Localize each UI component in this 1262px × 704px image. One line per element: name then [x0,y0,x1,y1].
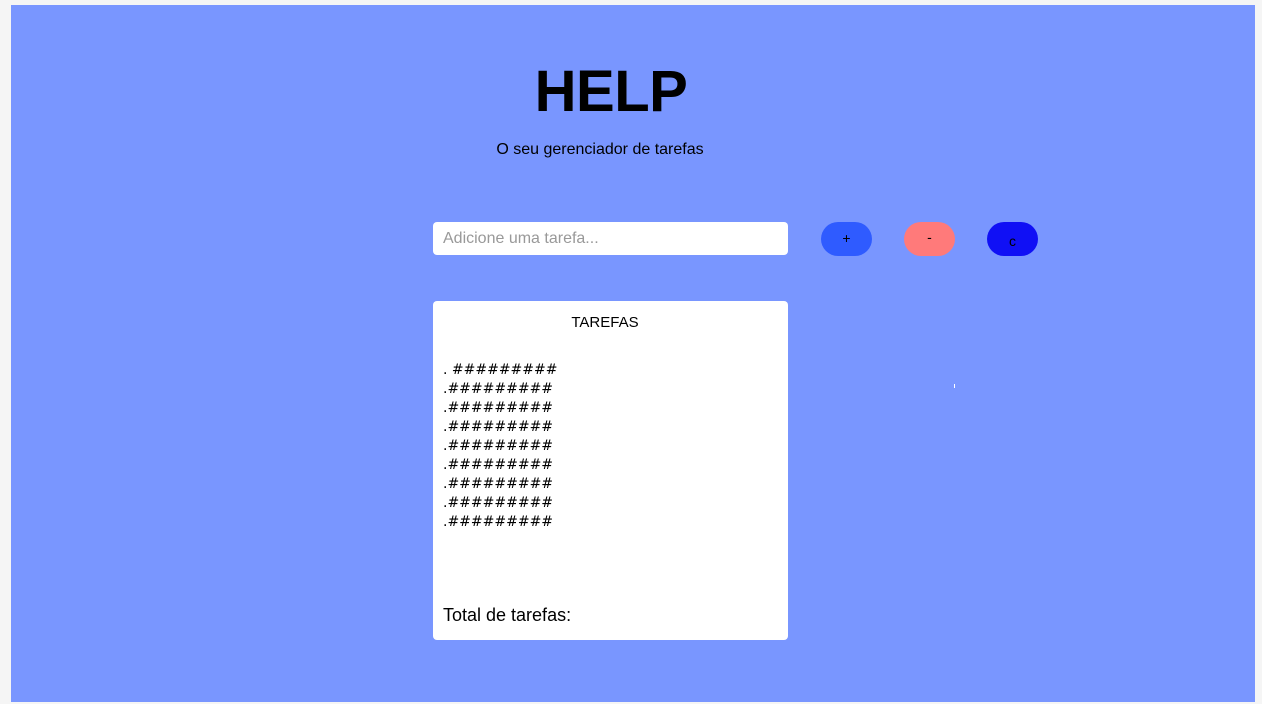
task-item[interactable]: .######### [443,456,557,475]
add-task-button[interactable]: + [821,222,872,256]
app-subtitle: O seu gerenciador de tarefas [496,141,704,158]
task-list: . ######### .######### .######### .#####… [443,361,557,532]
task-item[interactable]: .######### [443,399,557,418]
task-item[interactable]: .######### [443,475,557,494]
task-total-label: Total de tarefas: [443,605,572,625]
task-item[interactable]: .######### [443,380,557,399]
task-total: Total de tarefas: [443,605,575,626]
task-item[interactable]: .######### [443,437,557,456]
task-item[interactable]: .######### [443,494,557,513]
task-item[interactable]: . ######### [443,361,557,380]
task-input[interactable] [433,222,788,255]
task-panel-title: TAREFAS [571,314,639,331]
task-item[interactable]: .######### [443,513,557,532]
stray-dot [954,384,955,388]
remove-task-button[interactable]: - [904,222,955,256]
app-background: HELP O seu gerenciador de tarefas + - c … [11,5,1255,702]
app-title: HELP [534,59,688,124]
task-item[interactable]: .######### [443,418,557,437]
task-panel: TAREFAS . ######### .######### .########… [433,301,788,640]
clear-tasks-button[interactable]: c [987,222,1038,256]
